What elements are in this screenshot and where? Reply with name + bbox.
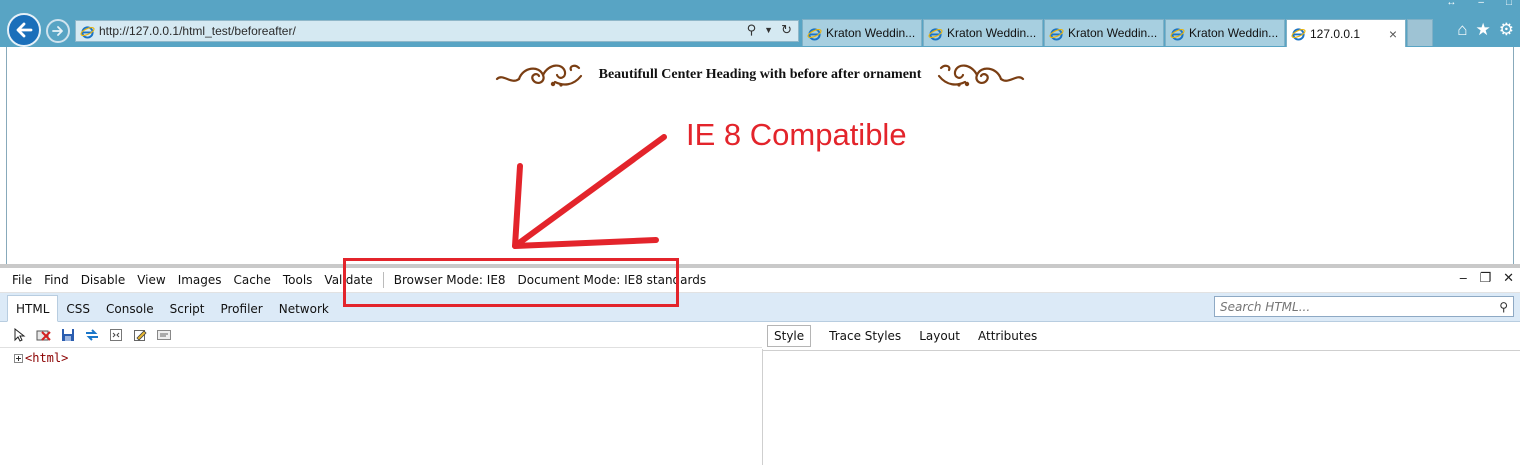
browser-chrome: ↔ – □ http://127.0.0.1/html_test/beforea… [0,0,1520,47]
window-controls: ↔ – □ [1446,0,1512,9]
browser-tab[interactable]: Kraton Weddin... [1044,19,1164,46]
ornament-after-icon [938,64,1025,87]
annotation-text: IE 8 Compatible [686,117,907,152]
word-wrap-icon[interactable] [108,327,124,343]
edit-icon[interactable] [132,327,148,343]
minimize-icon[interactable]: ‒ [1459,271,1467,286]
address-bar[interactable]: http://127.0.0.1/html_test/beforeafter/ … [75,20,799,42]
browser-tab-active[interactable]: 127.0.0.1 × [1286,19,1406,47]
tab-style[interactable]: Style [767,325,812,347]
forward-arrow-icon [52,26,63,36]
search-html-input[interactable] [1218,298,1492,315]
ie-tab-icon [1170,27,1185,41]
restore-icon[interactable]: ❐ [1479,271,1491,286]
menu-find[interactable]: Find [44,273,69,287]
tab-label: Kraton Weddin... [826,26,916,40]
style-panel [763,351,1520,465]
ie-tab-icon [1291,28,1306,41]
tab-label: Kraton Weddin... [1068,26,1158,40]
maximize-icon[interactable]: □ [1506,0,1512,9]
highlight-box [343,258,679,307]
favorites-star-icon[interactable]: ★ [1476,20,1491,40]
toolbar-icons: ⌂ ★ ⚙ [1457,20,1514,40]
save-icon[interactable] [60,327,76,343]
tab-strip: Kraton Weddin... Kraton Weddin... Kraton… [802,19,1433,47]
devtools-tabbar: HTML CSS Console Script Profiler Network… [0,293,1520,322]
menu-view[interactable]: View [137,273,165,287]
ornament-before-icon [495,64,582,87]
devtools-menubar: File Find Disable View Images Cache Tool… [0,268,1520,293]
browser-tab[interactable]: Kraton Weddin... [923,19,1043,46]
heading-row: Beautifull Center Heading with before af… [7,55,1513,95]
tab-css[interactable]: CSS [58,297,98,321]
browser-tab[interactable]: Kraton Weddin... [1165,19,1285,46]
clear-browser-cache-icon[interactable] [36,327,52,343]
browser-tab[interactable]: Kraton Weddin... [802,19,922,46]
search-icon[interactable]: ⚲ [1499,300,1508,314]
gear-icon[interactable]: ⚙ [1499,20,1514,40]
menu-file[interactable]: File [12,273,32,287]
resize-icon[interactable]: ↔ [1446,0,1456,9]
back-arrow-icon [16,22,33,38]
tab-trace-styles[interactable]: Trace Styles [829,329,901,343]
view-source-icon[interactable] [156,327,172,343]
minimize-icon[interactable]: – [1478,0,1484,9]
page-viewport: Beautifull Center Heading with before af… [6,47,1514,264]
menu-cache[interactable]: Cache [234,273,271,287]
tree-node[interactable]: <html> [14,351,68,365]
back-button[interactable] [7,13,41,47]
tab-profiler[interactable]: Profiler [212,297,270,321]
refresh-icon[interactable]: ↻ [781,22,792,38]
close-tab-icon[interactable]: × [1389,26,1397,42]
ie-tab-icon [1049,27,1064,41]
expand-icon[interactable] [14,353,23,363]
search-icon[interactable]: ⚲ [747,22,757,38]
forward-button[interactable] [46,19,70,43]
tab-label: Kraton Weddin... [947,26,1037,40]
tab-script[interactable]: Script [162,297,213,321]
menu-tools[interactable]: Tools [283,273,313,287]
dropdown-icon[interactable]: ▼ [764,25,773,35]
select-element-icon[interactable] [12,327,28,343]
ie-tab-icon [807,27,822,41]
tab-console[interactable]: Console [98,297,162,321]
ie-tab-icon [928,27,943,41]
address-url[interactable]: http://127.0.0.1/html_test/beforeafter/ [99,24,296,38]
tab-label: Kraton Weddin... [1189,26,1279,40]
html-toolbar [0,322,762,348]
new-tab-button[interactable] [1407,19,1433,46]
home-icon[interactable]: ⌂ [1457,20,1467,40]
dom-tree: <html> [0,349,763,465]
refresh-dom-icon[interactable] [84,327,100,343]
menu-disable[interactable]: Disable [81,273,126,287]
ie-page-icon [80,25,95,39]
tree-node-tag[interactable]: <html> [25,351,68,365]
tab-html[interactable]: HTML [7,295,59,322]
page-heading: Beautifull Center Heading with before af… [598,67,922,82]
close-icon[interactable]: ✕ [1503,271,1514,286]
address-tools: ⚲ ▼ ↻ [747,22,792,38]
menu-images[interactable]: Images [178,273,222,287]
search-html-box: ⚲ [1214,296,1514,317]
style-panel-tabs: Style Trace Styles Layout Attributes [763,322,1520,351]
tab-label: 127.0.0.1 [1310,26,1361,41]
tab-network[interactable]: Network [271,297,337,321]
tab-attributes[interactable]: Attributes [978,329,1037,343]
devtools-window-controls: ‒ ❐ ✕ [1459,271,1514,286]
tab-layout[interactable]: Layout [919,329,960,343]
